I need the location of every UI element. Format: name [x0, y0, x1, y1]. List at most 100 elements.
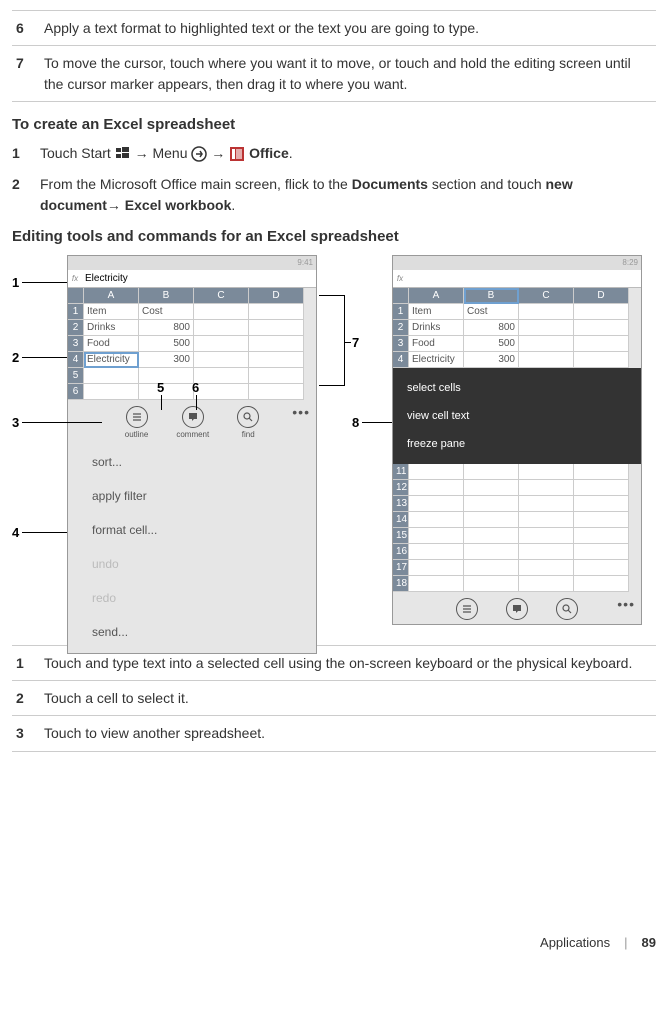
find-button[interactable] [556, 598, 578, 622]
outline-button[interactable]: outline [125, 406, 149, 439]
cell[interactable] [519, 576, 574, 592]
cell[interactable] [249, 304, 304, 320]
formula-bar[interactable]: fx [68, 270, 316, 288]
cell[interactable] [409, 560, 464, 576]
cell[interactable] [519, 480, 574, 496]
formula-input[interactable] [407, 272, 641, 285]
cell[interactable] [574, 464, 629, 480]
outline-button[interactable] [456, 598, 478, 622]
cell[interactable] [464, 480, 519, 496]
cell[interactable] [194, 352, 249, 368]
cell[interactable] [574, 512, 629, 528]
cell[interactable] [139, 384, 194, 400]
col-header[interactable]: C [519, 288, 574, 304]
cell[interactable] [574, 336, 629, 352]
cell[interactable] [194, 368, 249, 384]
spreadsheet-grid-bottom[interactable]: 11 12 13 14 15 16 17 18 [393, 464, 641, 592]
row-header[interactable]: 3 [393, 336, 409, 352]
menu-item-sort[interactable]: sort... [78, 445, 306, 479]
cell[interactable] [464, 544, 519, 560]
row-header[interactable]: 13 [393, 496, 409, 512]
cell[interactable] [574, 304, 629, 320]
cell[interactable] [574, 544, 629, 560]
cell[interactable] [574, 496, 629, 512]
cell[interactable] [194, 384, 249, 400]
col-header[interactable]: A [84, 288, 139, 304]
cell[interactable] [464, 576, 519, 592]
cell[interactable] [574, 528, 629, 544]
spreadsheet-grid[interactable]: A B C D 1 Item Cost 2 Drinks 800 3 Food … [393, 288, 641, 368]
cell[interactable]: 800 [139, 320, 194, 336]
cell[interactable]: Item [409, 304, 464, 320]
cell[interactable] [409, 464, 464, 480]
cell[interactable] [464, 528, 519, 544]
cell[interactable] [249, 352, 304, 368]
col-header[interactable]: D [249, 288, 304, 304]
cell[interactable] [409, 496, 464, 512]
cell[interactable]: Electricity [409, 352, 464, 368]
cell[interactable] [464, 464, 519, 480]
menu-item-format[interactable]: format cell... [78, 513, 306, 547]
row-header[interactable]: 18 [393, 576, 409, 592]
cell[interactable] [519, 496, 574, 512]
cell[interactable]: 500 [464, 336, 519, 352]
cell[interactable] [249, 336, 304, 352]
row-header[interactable]: 4 [68, 352, 84, 368]
cell[interactable] [249, 320, 304, 336]
cell[interactable] [249, 368, 304, 384]
row-header[interactable]: 14 [393, 512, 409, 528]
cell[interactable] [409, 576, 464, 592]
cell[interactable] [519, 336, 574, 352]
comment-button[interactable] [506, 598, 528, 622]
cell[interactable] [574, 352, 629, 368]
cell[interactable] [574, 480, 629, 496]
find-button[interactable]: find [237, 406, 259, 439]
menu-item-filter[interactable]: apply filter [78, 479, 306, 513]
cell[interactable] [574, 576, 629, 592]
cell[interactable]: Food [84, 336, 139, 352]
ctx-view-text[interactable]: view cell text [393, 402, 641, 430]
cell[interactable] [519, 528, 574, 544]
row-header[interactable]: 1 [68, 304, 84, 320]
cell[interactable] [139, 368, 194, 384]
cell-selected[interactable]: Electricity [84, 352, 139, 368]
col-header[interactable]: B [464, 288, 519, 304]
row-header[interactable]: 11 [393, 464, 409, 480]
cell[interactable] [519, 464, 574, 480]
cell[interactable]: 500 [139, 336, 194, 352]
cell[interactable]: Drinks [409, 320, 464, 336]
menu-item-send[interactable]: send... [78, 615, 306, 649]
cell[interactable] [519, 544, 574, 560]
col-header[interactable]: D [574, 288, 629, 304]
row-header[interactable]: 5 [68, 368, 84, 384]
col-header[interactable]: A [409, 288, 464, 304]
row-header[interactable]: 3 [68, 336, 84, 352]
cell[interactable] [519, 352, 574, 368]
cell[interactable] [194, 304, 249, 320]
row-header[interactable]: 1 [393, 304, 409, 320]
col-header[interactable]: B [139, 288, 194, 304]
more-icon[interactable]: ••• [292, 404, 310, 420]
formula-input[interactable] [82, 272, 316, 285]
cell[interactable] [249, 384, 304, 400]
row-header[interactable]: 4 [393, 352, 409, 368]
cell[interactable] [519, 560, 574, 576]
cell[interactable] [194, 336, 249, 352]
cell[interactable]: Cost [139, 304, 194, 320]
cell[interactable]: Food [409, 336, 464, 352]
row-header[interactable]: 17 [393, 560, 409, 576]
cell[interactable] [574, 560, 629, 576]
formula-bar[interactable]: fx [393, 270, 641, 288]
cell[interactable] [574, 320, 629, 336]
cell[interactable] [194, 320, 249, 336]
cell[interactable] [84, 384, 139, 400]
row-header[interactable]: 2 [393, 320, 409, 336]
cell[interactable]: 300 [464, 352, 519, 368]
row-header[interactable]: 16 [393, 544, 409, 560]
cell[interactable] [84, 368, 139, 384]
row-header[interactable]: 2 [68, 320, 84, 336]
ctx-select-cells[interactable]: select cells [393, 374, 641, 402]
cell[interactable]: Drinks [84, 320, 139, 336]
cell[interactable] [464, 512, 519, 528]
cell[interactable] [464, 496, 519, 512]
